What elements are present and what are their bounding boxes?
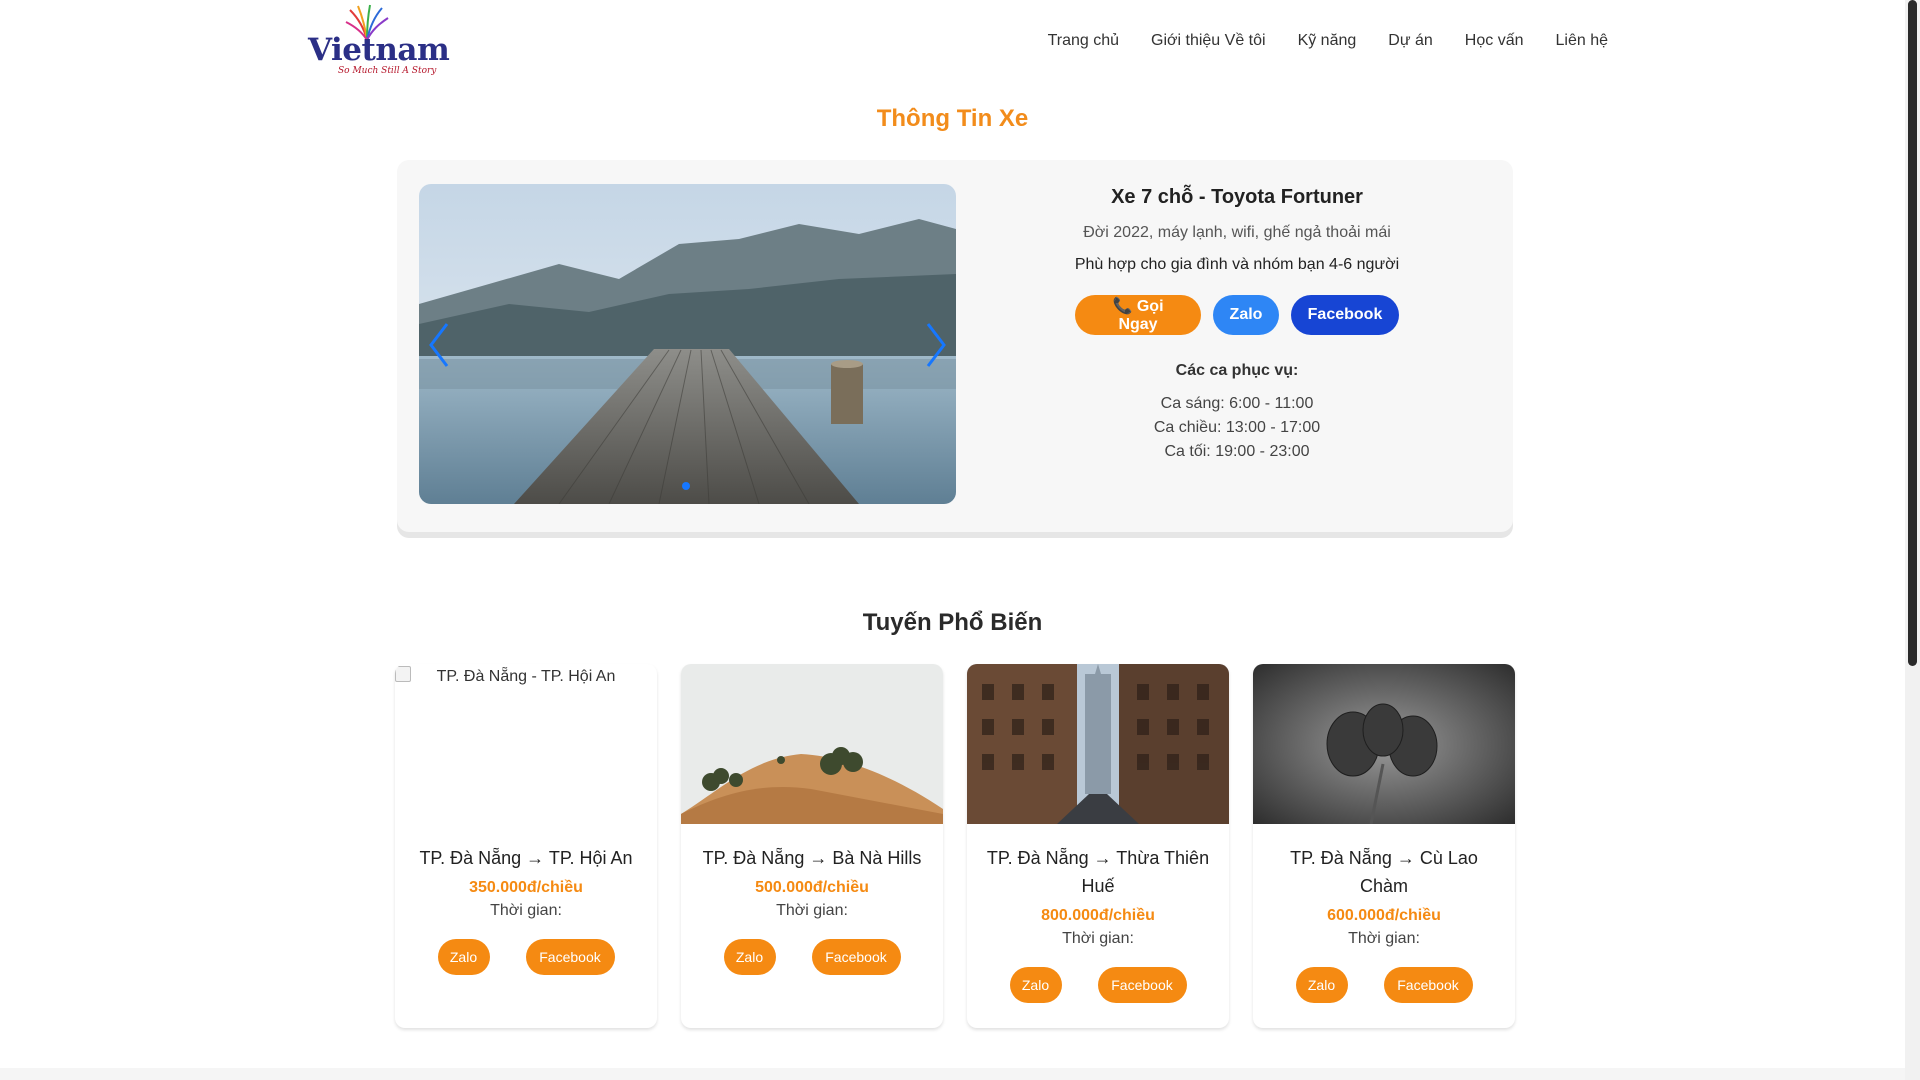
- logo-tagline: So Much Still A Story: [338, 66, 437, 76]
- route-facebook-button[interactable]: Facebook: [525, 939, 615, 975]
- route-photo: [681, 664, 943, 824]
- nav-education[interactable]: Học vấn: [1465, 32, 1524, 50]
- route-facebook-button[interactable]: Facebook: [1383, 967, 1473, 1003]
- route-price: 600.000đ/chiều: [1327, 907, 1441, 924]
- route-card-hoi-an: TP. Đà Nẵng - TP. Hội An TP. Đà Nẵng → T…: [395, 664, 657, 1028]
- logo-wordmark: Vietnam: [308, 32, 450, 68]
- shifts-title: Các ca phục vụ:: [1175, 362, 1299, 379]
- route-card-cu-lao-cham: TP. Đà Nẵng → Cù Lao Chàm 600.000đ/chiều…: [1253, 664, 1515, 1028]
- carousel-image: [419, 184, 956, 504]
- route-image: [681, 664, 943, 824]
- vietnam-logo[interactable]: Vietnam So Much Still A Story: [308, 4, 450, 80]
- route-price: 800.000đ/chiều: [1041, 907, 1155, 924]
- route-time: Thời gian:: [1062, 930, 1134, 947]
- nav-home[interactable]: Trang chủ: [1048, 32, 1119, 50]
- routes-section-title: Tuyến Phổ Biến: [862, 609, 1043, 636]
- route-time: Thời gian:: [776, 902, 848, 919]
- route-zalo-button[interactable]: Zalo: [1009, 967, 1062, 1003]
- vehicle-section-title: Thông Tin Xe: [876, 105, 1029, 132]
- nav-contact[interactable]: Liên hệ: [1556, 32, 1609, 50]
- page-footer-edge: [0, 1068, 1905, 1080]
- route-photo: [967, 664, 1229, 824]
- nav-projects[interactable]: Dự án: [1388, 32, 1433, 50]
- nav-skills[interactable]: Kỹ năng: [1298, 32, 1357, 50]
- vehicle-info: Xe 7 chỗ - Toyota Fortuner Đời 2022, máy…: [987, 184, 1487, 464]
- nav-about[interactable]: Giới thiệu Về tôi: [1151, 32, 1266, 50]
- route-name: TP. Đà Nẵng → Thừa Thiên Huế: [986, 848, 1210, 896]
- call-now-button[interactable]: 📞 Gọi Ngay: [1075, 295, 1201, 335]
- zalo-button[interactable]: Zalo: [1213, 295, 1279, 335]
- route-price: 350.000đ/chiều: [469, 879, 583, 896]
- route-price: 500.000đ/chiều: [755, 879, 869, 896]
- route-time: Thời gian:: [490, 902, 562, 919]
- route-name: TP. Đà Nẵng → Bà Nà Hills: [702, 848, 922, 868]
- route-zalo-button[interactable]: Zalo: [723, 939, 776, 975]
- route-card-hue: TP. Đà Nẵng → Thừa Thiên Huế 800.000đ/ch…: [967, 664, 1229, 1028]
- route-image-alt: TP. Đà Nẵng - TP. Hội An: [436, 668, 616, 685]
- carousel-dot[interactable]: [682, 482, 690, 490]
- vehicle-card: Xe 7 chỗ - Toyota Fortuner Đời 2022, máy…: [397, 160, 1513, 532]
- routes-list: TP. Đà Nẵng - TP. Hội An TP. Đà Nẵng → T…: [395, 664, 1515, 1028]
- shifts-list: Ca sáng: 6:00 - 11:00 Ca chiều: 13:00 - …: [987, 392, 1487, 464]
- scrollbar-thumb[interactable]: [1908, 0, 1917, 666]
- facebook-button[interactable]: Facebook: [1291, 295, 1399, 335]
- main-nav: Trang chủ Giới thiệu Về tôi Kỹ năng Dự á…: [1048, 32, 1608, 50]
- route-image: TP. Đà Nẵng - TP. Hội An: [395, 664, 657, 824]
- route-card-ba-na-hills: TP. Đà Nẵng → Bà Nà Hills 500.000đ/chiều…: [681, 664, 943, 1028]
- carousel-next-icon[interactable]: [920, 320, 950, 370]
- shift-evening: Ca tối: 19:00 - 23:00: [1164, 443, 1310, 460]
- vehicle-suitability: Phù hợp cho gia đình và nhóm bạn 4-6 ngư…: [1074, 256, 1400, 273]
- route-name: TP. Đà Nẵng → Cù Lao Chàm: [1290, 848, 1478, 896]
- vehicle-carousel[interactable]: [419, 184, 956, 504]
- vehicle-description: Đời 2022, máy lạnh, wifi, ghế ngả thoải …: [1083, 224, 1391, 241]
- site-header: Vietnam So Much Still A Story Trang chủ …: [0, 0, 1905, 90]
- vehicle-name: Xe 7 chỗ - Toyota Fortuner: [1111, 186, 1363, 208]
- route-zalo-button[interactable]: Zalo: [437, 939, 490, 975]
- route-photo: [1253, 664, 1515, 824]
- shift-afternoon: Ca chiều: 13:00 - 17:00: [1153, 419, 1321, 436]
- route-facebook-button[interactable]: Facebook: [811, 939, 901, 975]
- route-image: [1253, 664, 1515, 824]
- route-facebook-button[interactable]: Facebook: [1097, 967, 1187, 1003]
- shift-morning: Ca sáng: 6:00 - 11:00: [1160, 395, 1314, 412]
- carousel-prev-icon[interactable]: [425, 320, 455, 370]
- vehicle-contact-buttons: 📞 Gọi Ngay Zalo Facebook: [987, 295, 1487, 335]
- route-time: Thời gian:: [1348, 930, 1420, 947]
- route-name: TP. Đà Nẵng → TP. Hội An: [419, 848, 633, 868]
- route-image: [967, 664, 1229, 824]
- route-zalo-button[interactable]: Zalo: [1295, 967, 1348, 1003]
